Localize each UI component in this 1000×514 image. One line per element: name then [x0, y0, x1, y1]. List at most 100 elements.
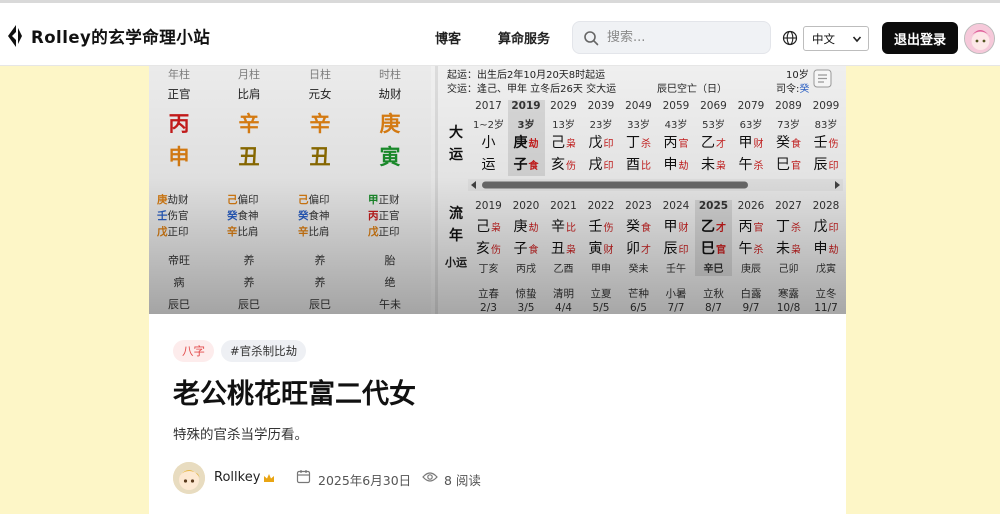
liunian-column[interactable]: 2023 癸食 卯才 癸未	[620, 200, 657, 276]
dayun-column[interactable]: 2019 3岁 庚劫 子食	[507, 100, 545, 176]
xiaoyun-ganzhi: 己卯	[778, 264, 799, 275]
dayun-column[interactable]: 2017 1~2岁小运	[470, 100, 507, 176]
liunian-stem: 乙才	[695, 216, 732, 238]
language-select[interactable]: 中文	[803, 26, 869, 51]
liunian-year: 2020	[512, 200, 540, 212]
liunian-branch: 亥伤	[470, 238, 507, 260]
liunian-branch-char: 丑	[551, 241, 565, 257]
dayun-year: 2017	[475, 100, 502, 112]
nav-fortune-service-link[interactable]: 算命服务	[498, 28, 550, 47]
dayun-stem-shishen: 才	[716, 139, 726, 150]
liunian-column[interactable]: 2025 乙才 巳官 辛巳	[695, 200, 732, 276]
liunian-column[interactable]: 2021 辛比 丑枭 乙酉	[545, 200, 582, 276]
tag-guansha[interactable]: #官杀制比劫	[221, 340, 307, 362]
author-avatar[interactable]	[173, 462, 205, 494]
hidden-stem-shishen: 正官	[378, 210, 400, 222]
liunian-column[interactable]: 2019 己枭 亥伤 丁亥	[470, 200, 507, 276]
jieqi-date: 8/7	[705, 302, 722, 314]
liunian-stem-shishen: 劫	[528, 223, 539, 234]
search-input[interactable]	[607, 30, 757, 45]
dayun-stem-shishen: 食	[791, 139, 801, 150]
globe-icon[interactable]	[782, 30, 798, 46]
liunian-column[interactable]: 2024 甲财 辰印 壬午	[658, 200, 695, 276]
liunian-column[interactable]: 2027 丁杀 未枭 己卯	[770, 200, 807, 276]
hidden-stem-char: 癸	[227, 210, 238, 222]
jieqi-date: 10/8	[776, 302, 801, 314]
liunian-stem-char: 丁	[776, 219, 790, 235]
author-name[interactable]: Rollkey	[214, 470, 260, 485]
dayun-column[interactable]: 2069 53岁 乙才 未枭	[695, 100, 732, 176]
dayun-branch-shishen: 官	[791, 161, 801, 172]
liunian-stem: 壬伤	[583, 216, 620, 238]
dayun-branch-shishen: 印	[828, 161, 839, 172]
xiaoyun-ganzhi: 乙酉	[553, 264, 574, 275]
pillar-heavenly-stem: 庚	[379, 112, 401, 136]
liunian-branch-char: 巳	[701, 241, 715, 257]
nav-blog-link[interactable]: 博客	[435, 28, 461, 47]
dayun-branch-char: 戌	[588, 157, 603, 173]
liunian-column[interactable]: 2022 壬伤 寅财 甲申	[583, 200, 620, 276]
siling-info: 司令:癸	[776, 84, 810, 95]
hidden-stem-shishen: 比肩	[237, 226, 259, 238]
dayun-column[interactable]: 2049 33岁 丁杀 酉比	[620, 100, 657, 176]
dayun-year: 2019	[511, 100, 541, 112]
user-avatar[interactable]	[964, 23, 995, 54]
jieqi-name: 立秋	[703, 288, 724, 300]
dayun-scrollbar[interactable]	[468, 179, 843, 191]
jieqi-name: 惊蛰	[515, 288, 537, 300]
hidden-stem-line: 戊正印	[149, 224, 214, 240]
dayun-column[interactable]: 2079 63岁 甲财 午杀	[733, 100, 770, 176]
dayun-stem: 乙才	[695, 132, 732, 154]
dayun-column[interactable]: 2099 83岁 壬伤 辰印	[808, 100, 845, 176]
site-title: Rolley的玄学命理小站	[31, 28, 211, 47]
dayun-branch-char: 午	[738, 157, 753, 173]
dayun-age: 43岁	[664, 120, 688, 131]
hidden-stem-line: 己偏印	[214, 192, 284, 208]
calendar-icon	[296, 470, 311, 484]
search-box[interactable]	[572, 21, 771, 54]
dayun-stem-shishen: 财	[753, 139, 764, 150]
liunian-column[interactable]: 2020 庚劫 子食 丙戌	[508, 200, 545, 276]
pillar-bottom-cell: 辰巳	[238, 298, 260, 311]
dayun-branch: 戌印	[583, 154, 620, 176]
note-icon[interactable]	[813, 69, 832, 88]
pillar-bottom-cell: 病	[173, 276, 185, 289]
liunian-year: 2027	[775, 200, 802, 212]
dayun-stem-char: 小	[481, 135, 496, 151]
dayun-column[interactable]: 2029 13岁 己枭 亥伤	[545, 100, 582, 176]
article-card[interactable]: 年柱 正官丙申庚劫财 壬伤官 戊正印 帝旺病辰巳 月柱 比肩辛丑己偏印 癸食神 辛比肩养养辰巳日…	[149, 66, 846, 514]
hidden-stem-char: 己	[298, 194, 309, 206]
dayun-column[interactable]: 2039 23岁 戊印 戌印	[583, 100, 620, 176]
jieqi-name: 立夏	[590, 288, 612, 300]
dayun-age: 73岁	[777, 120, 800, 131]
hidden-stem-char: 辛	[227, 226, 238, 238]
pillar-bottom-cell: 辰巳	[309, 298, 331, 311]
liunian-stem-char: 壬	[588, 219, 603, 235]
pillar-bottom-cell: 养	[314, 254, 326, 267]
liunian-branch-shishen: 杀	[753, 245, 764, 256]
liunian-year: 2021	[550, 200, 577, 212]
dayun-stem: 戊印	[583, 132, 620, 154]
liunian-column[interactable]: 2026 丙官 午杀 庚辰	[733, 200, 770, 276]
dayun-column[interactable]: 2059 43岁 丙官 申劫	[658, 100, 695, 176]
liunian-stem-char: 己	[476, 219, 490, 235]
liunian-branch-char: 卯	[626, 241, 640, 257]
post-title[interactable]: 老公桃花旺富二代女	[173, 372, 416, 411]
hidden-stem-char: 丙	[368, 210, 379, 222]
logout-button[interactable]: 退出登录	[882, 22, 958, 54]
dayun-column[interactable]: 2089 73岁 癸食 巳官	[770, 100, 807, 176]
pillar-shishen: 比肩	[237, 87, 261, 101]
dayun-stem: 己枭	[545, 132, 582, 154]
tag-bazi[interactable]: 八字	[173, 340, 214, 362]
pillar-bottom-cell: 帝旺	[168, 254, 190, 267]
site-brand[interactable]: Rolley的玄学命理小站	[6, 24, 210, 48]
liunian-stem-char: 癸	[626, 219, 640, 235]
hidden-stem-shishen: 食神	[308, 210, 330, 222]
liunian-column[interactable]: 2028 戊印 申劫 戊寅	[808, 200, 845, 276]
hidden-stem-char: 戊	[368, 226, 379, 238]
liunian-year: 2025	[698, 200, 729, 212]
liunian-year: 2023	[625, 200, 652, 212]
jieqi-date: 7/7	[667, 302, 685, 314]
dayun-year: 2089	[775, 100, 802, 112]
liunian-branch-char: 午	[738, 241, 753, 257]
